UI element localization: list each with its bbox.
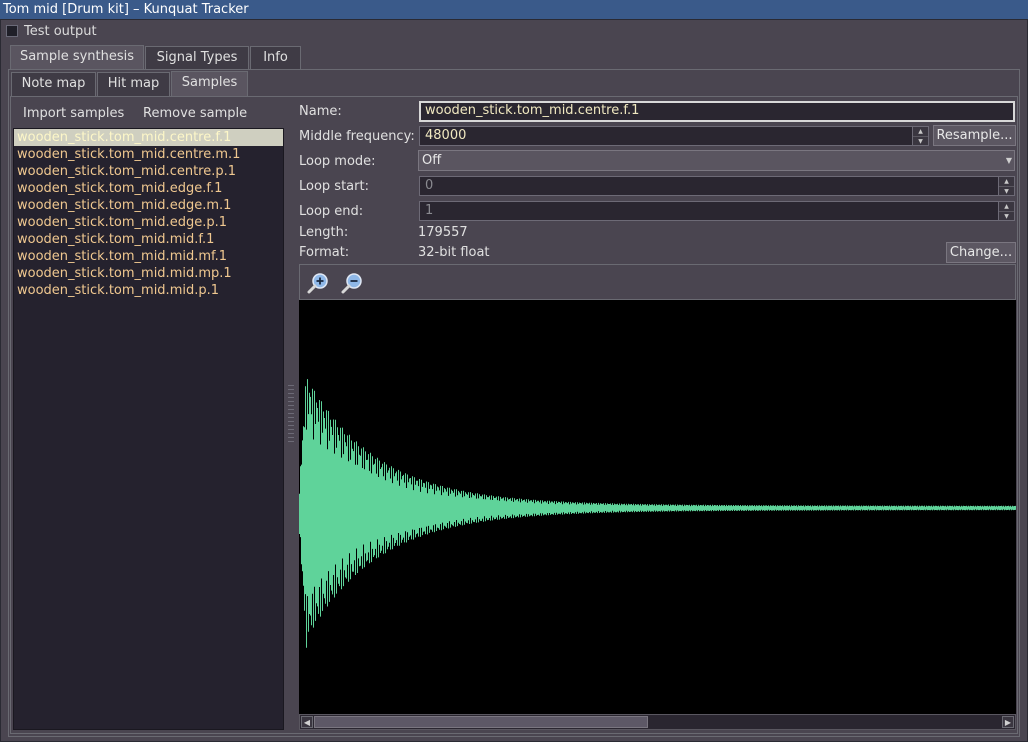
middle-frequency-input[interactable]: 48000 xyxy=(419,126,913,146)
loop-mode-value: Off xyxy=(422,153,442,168)
tab-label: Info xyxy=(263,50,288,65)
window-title: Tom mid [Drum kit] – Kunquat Tracker xyxy=(0,0,1028,19)
scroll-left-icon[interactable]: ◀ xyxy=(301,716,313,728)
tab-label: Note map xyxy=(21,76,86,91)
list-item[interactable]: wooden_stick.tom_mid.centre.m.1 xyxy=(14,146,283,163)
length-label: Length: xyxy=(299,225,349,240)
list-item[interactable]: wooden_stick.tom_mid.centre.f.1 xyxy=(14,129,283,146)
chevron-down-icon: ▼ xyxy=(1005,156,1012,165)
change-format-button[interactable]: Change... xyxy=(946,242,1016,263)
list-item[interactable]: wooden_stick.tom_mid.mid.mp.1 xyxy=(14,265,283,282)
zoom-in-icon[interactable] xyxy=(306,271,330,295)
test-output-checkbox[interactable] xyxy=(6,25,18,37)
tab-label: Hit map xyxy=(107,76,160,91)
scrollbar-thumb[interactable] xyxy=(314,716,648,728)
waveform-toolbar xyxy=(299,264,1016,300)
list-item[interactable]: wooden_stick.tom_mid.edge.m.1 xyxy=(14,197,283,214)
loop-mode-label: Loop mode: xyxy=(299,154,376,169)
waveform-view[interactable] xyxy=(299,300,1016,714)
loop-end-stepper[interactable]: ▲ ▼ xyxy=(998,201,1015,221)
tab-note-map[interactable]: Note map xyxy=(11,72,96,96)
zoom-out-icon[interactable] xyxy=(340,271,364,295)
spin-up-icon[interactable]: ▲ xyxy=(999,202,1014,212)
list-item[interactable]: wooden_stick.tom_mid.mid.mf.1 xyxy=(14,248,283,265)
middle-frequency-label: Middle frequency: xyxy=(299,129,415,144)
loop-start-label: Loop start: xyxy=(299,179,369,194)
waveform-plot xyxy=(299,379,1016,648)
tab-sample-synthesis[interactable]: Sample synthesis xyxy=(10,45,144,70)
tab-label: Sample synthesis xyxy=(19,49,135,64)
resample-button[interactable]: Resample... xyxy=(933,125,1016,146)
remove-sample-button[interactable]: Remove sample xyxy=(143,106,247,121)
middle-frequency-stepper[interactable]: ▲ ▼ xyxy=(912,126,929,146)
spin-up-icon[interactable]: ▲ xyxy=(999,177,1014,187)
format-label: Format: xyxy=(299,245,350,260)
spin-down-icon[interactable]: ▼ xyxy=(913,137,928,146)
spin-up-icon[interactable]: ▲ xyxy=(913,127,928,137)
test-output-toggle[interactable]: Test output xyxy=(6,23,97,39)
loop-start-input[interactable]: 0 xyxy=(419,176,999,196)
test-output-label: Test output xyxy=(24,23,97,39)
import-samples-button[interactable]: Import samples xyxy=(23,106,124,121)
name-input[interactable]: wooden_stick.tom_mid.centre.f.1 xyxy=(419,101,1015,122)
waveform-scrollbar[interactable]: ◀ ▶ xyxy=(299,714,1016,730)
sample-list[interactable]: wooden_stick.tom_mid.centre.f.1 wooden_s… xyxy=(13,128,284,730)
list-item[interactable]: wooden_stick.tom_mid.edge.f.1 xyxy=(14,180,283,197)
loop-mode-select[interactable]: Off ▼ xyxy=(418,150,1015,171)
name-label: Name: xyxy=(299,104,342,119)
loop-start-stepper[interactable]: ▲ ▼ xyxy=(998,176,1015,196)
format-value: 32-bit float xyxy=(418,245,490,260)
spin-down-icon[interactable]: ▼ xyxy=(999,212,1014,221)
list-item[interactable]: wooden_stick.tom_mid.edge.p.1 xyxy=(14,214,283,231)
waveform-trace xyxy=(299,379,1016,648)
loop-end-input[interactable]: 1 xyxy=(419,201,999,221)
tab-signal-types[interactable]: Signal Types xyxy=(145,46,249,70)
tab-hit-map[interactable]: Hit map xyxy=(97,72,170,96)
tab-info[interactable]: Info xyxy=(250,46,301,70)
scroll-right-icon[interactable]: ▶ xyxy=(1002,716,1014,728)
length-value: 179557 xyxy=(418,225,468,240)
tab-samples[interactable]: Samples xyxy=(171,71,248,96)
spin-down-icon[interactable]: ▼ xyxy=(999,187,1014,196)
list-item[interactable]: wooden_stick.tom_mid.centre.p.1 xyxy=(14,163,283,180)
tab-label: Samples xyxy=(181,75,238,90)
splitter-handle[interactable] xyxy=(288,385,294,445)
tab-label: Signal Types xyxy=(156,50,238,65)
list-item[interactable]: wooden_stick.tom_mid.mid.f.1 xyxy=(14,231,283,248)
loop-end-label: Loop end: xyxy=(299,204,364,219)
list-item[interactable]: wooden_stick.tom_mid.mid.p.1 xyxy=(14,282,283,299)
